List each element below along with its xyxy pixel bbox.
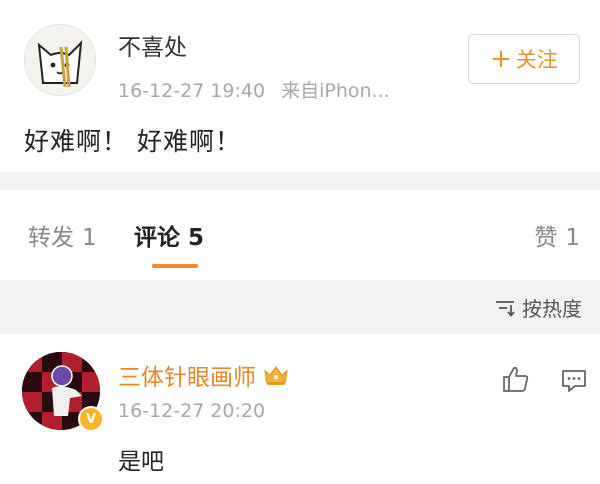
sort-label: 按热度 [522,297,582,321]
active-tab-indicator [152,264,198,268]
sort-by-hot-button[interactable]: 按热度 [494,293,582,322]
comment-item: V 三体针眼画师 16-12-27 20:20 是吧 [0,334,600,484]
post-card: 不喜处 16-12-27 19:40 来自iPhon... + 关注 好难啊！ … [0,0,600,172]
comment-reply-button[interactable] [560,368,588,398]
post-author-name[interactable]: 不喜处 [118,28,187,62]
post-meta: 16-12-27 19:40 来自iPhon... [118,76,400,103]
comment-text: 是吧 [118,449,164,475]
sort-icon [496,300,515,317]
tab-comment[interactable]: 评论 5 [134,218,204,252]
post-text: 好难啊！ 好难啊！ [24,127,241,156]
tab-repost[interactable]: 转发 1 [28,218,97,252]
comment-timestamp: 16-12-27 20:20 [118,400,266,422]
section-divider [0,172,600,190]
tab-comment-label: 评论 [134,225,180,251]
tab-like-count: 1 [565,225,580,251]
follow-label: 关注 [515,48,558,72]
commenter-name[interactable]: 三体针眼画师 [118,358,290,392]
tab-like-label: 赞 [534,225,558,251]
tab-like[interactable]: 赞1 [534,218,580,252]
sort-bar: 按热度 [0,280,600,334]
verified-v-badge-icon: V [78,406,104,432]
plus-icon: + [490,44,512,74]
author-avatar[interactable] [24,24,96,96]
crown-badge-icon [264,366,288,385]
comment-bubble-icon [562,370,586,392]
thumbs-up-icon [503,366,529,392]
cat-avatar-icon [25,25,95,95]
post-source: 来自iPhon... [281,80,390,102]
tab-comment-count: 5 [188,225,205,251]
post-timestamp: 16-12-27 19:40 [118,80,266,102]
tab-repost-label: 转发 [28,225,74,251]
tab-repost-count: 1 [82,225,97,251]
interaction-tabs: 转发 1 评论 5 赞1 [0,190,600,280]
comment-like-button[interactable] [500,364,530,398]
commenter-name-text: 三体针眼画师 [118,365,256,391]
follow-button[interactable]: + 关注 [468,34,580,84]
